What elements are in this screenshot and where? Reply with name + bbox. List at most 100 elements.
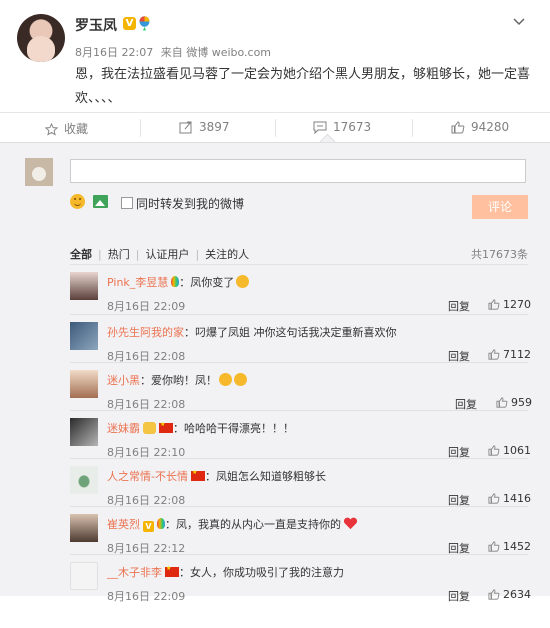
repost-checkbox-label[interactable]: 同时转发到我的微博	[136, 195, 244, 212]
emoji-icon[interactable]	[70, 194, 85, 209]
divider: |	[195, 248, 200, 261]
verified-badge-icon[interactable]: V	[123, 17, 136, 30]
divider	[70, 410, 528, 411]
comment-like-button[interactable]: 1452	[488, 540, 531, 553]
divider: |	[135, 248, 140, 261]
comment-like-count: 1416	[503, 492, 531, 505]
divider	[70, 506, 528, 507]
commenter-avatar[interactable]	[70, 418, 98, 446]
commenter-avatar[interactable]	[70, 562, 98, 590]
submit-comment-button[interactable]: 评论	[472, 195, 528, 219]
comment-text: ：凤你变了	[179, 276, 235, 289]
comment-like-button[interactable]: 1416	[488, 492, 531, 505]
comment-text: ：哈哈哈干得漂亮！！！	[173, 422, 294, 435]
blushing-emoji-icon	[234, 373, 247, 386]
comment-like-button[interactable]: 1270	[488, 298, 531, 311]
commenter-name[interactable]: 迷小黑	[107, 374, 140, 387]
reply-button[interactable]: 回复	[448, 298, 470, 314]
thumbs-up-icon	[488, 541, 500, 552]
current-user-avatar	[25, 158, 53, 186]
comment-total: 共17673条	[471, 248, 528, 261]
divider	[412, 119, 413, 137]
repost-button[interactable]: 3897	[179, 120, 230, 134]
repost-checkbox[interactable]	[121, 197, 133, 209]
thumbs-up-icon	[488, 349, 500, 360]
comment-text: ：叼爆了凤姐 冲你这句话我决定重新喜欢你	[184, 326, 397, 339]
post-source[interactable]: 来自 微博 weibo.com	[161, 46, 271, 59]
commenter-name[interactable]: Pink_李昱慧	[107, 276, 168, 289]
commenter-avatar[interactable]	[70, 370, 98, 398]
divider	[275, 119, 276, 137]
tab-all[interactable]: 全部	[70, 248, 92, 261]
thumbs-up-icon	[496, 397, 508, 408]
comment-like-button[interactable]: 1061	[488, 444, 531, 457]
comment-body: 人之常情-不长情 ：凤姐怎么知道够粗够长	[107, 468, 326, 484]
divider	[70, 314, 528, 315]
commenter-name[interactable]: 人之常情-不长情	[107, 470, 188, 483]
comment-body: Pink_李昱慧 ：凤你变了	[107, 274, 250, 290]
comment-text: ：女人，你成功吸引了我的注意力	[179, 566, 344, 579]
thumbs-up-icon	[488, 445, 500, 456]
share-icon	[179, 121, 192, 134]
rainbow-balloon-icon[interactable]	[139, 16, 150, 31]
weibo-post: 罗玉凤 V 8月16日 22:07 来自 微博 weibo.com 恩，我在法拉…	[0, 0, 550, 110]
tab-verified[interactable]: 认证用户	[145, 248, 189, 261]
verified-badge-icon: V	[143, 521, 154, 532]
comment-body: 迷妹霸 ：哈哈哈干得漂亮！！！	[107, 420, 294, 436]
commenter-avatar[interactable]	[70, 322, 98, 350]
comment-like-count: 959	[511, 396, 532, 409]
laughing-emoji-icon	[236, 275, 250, 288]
commenter-avatar[interactable]	[70, 514, 98, 542]
hand-badge-icon	[143, 422, 156, 434]
rainbow-badge-icon	[157, 518, 165, 529]
commenter-avatar[interactable]	[70, 466, 98, 494]
post-meta: 8月16日 22:07 来自 微博 weibo.com	[75, 44, 271, 60]
like-count: 94280	[471, 120, 510, 134]
repost-count: 3897	[199, 120, 230, 134]
comment-button[interactable]: 17673	[313, 120, 371, 134]
post-time[interactable]: 8月16日 22:07	[75, 46, 153, 59]
divider	[140, 119, 141, 137]
comment-text: ：凤姐怎么知道够粗够长	[204, 470, 326, 483]
comment-like-button[interactable]: 7112	[488, 348, 531, 361]
commenter-name[interactable]: 迷妹霸	[107, 422, 140, 435]
divider	[70, 264, 528, 265]
comment-body: 迷小黑：爱你哟！凤！	[107, 372, 247, 388]
commenter-name[interactable]: 孙先生阿我的家	[107, 326, 184, 339]
comment-like-button[interactable]: 959	[496, 396, 532, 409]
tab-following[interactable]: 关注的人	[205, 248, 249, 261]
china-flag-icon	[159, 421, 173, 433]
like-button[interactable]: 94280	[451, 120, 509, 134]
star-icon	[45, 123, 58, 136]
divider	[70, 458, 528, 459]
thumbs-up-icon	[488, 299, 500, 310]
comment-row: __木子非李：女人，你成功吸引了我的注意力 8月16日 22:09 回复 263…	[0, 562, 550, 628]
comment-text: ：凤，我真的从内心一直是支持你的	[165, 518, 341, 531]
comment-input[interactable]	[70, 159, 526, 183]
thumbs-up-icon	[488, 493, 500, 504]
post-action-bar: 收藏 3897 17673 94280	[0, 113, 550, 143]
comment-filter-tabs: 全部 | 热门 | 认证用户 | 关注的人	[70, 246, 249, 262]
comment-like-count: 1270	[503, 298, 531, 311]
divider: |	[98, 248, 102, 261]
commenter-name[interactable]: __木子非李	[107, 566, 162, 579]
comment-body: 崔英烈 V ：凤，我真的从内心一直是支持你的	[107, 516, 358, 532]
reply-button[interactable]: 回复	[448, 588, 470, 604]
comment-like-count: 1061	[503, 444, 531, 457]
china-flag-icon	[165, 565, 179, 577]
comment-count: 17673	[333, 120, 372, 134]
author-avatar[interactable]	[17, 14, 65, 62]
favorite-button[interactable]: 收藏	[45, 120, 88, 137]
comment-like-count: 1452	[503, 540, 531, 553]
divider	[70, 554, 528, 555]
author-name[interactable]: 罗玉凤	[75, 15, 117, 35]
tab-hot[interactable]: 热门	[108, 248, 130, 261]
chevron-down-icon[interactable]	[513, 14, 525, 30]
image-icon[interactable]	[93, 195, 108, 208]
heart-icon	[343, 517, 358, 530]
china-flag-icon	[190, 469, 205, 481]
commenter-avatar[interactable]	[70, 272, 98, 300]
divider	[70, 362, 528, 363]
favorite-label: 收藏	[64, 122, 89, 136]
commenter-name[interactable]: 崔英烈	[107, 518, 140, 531]
